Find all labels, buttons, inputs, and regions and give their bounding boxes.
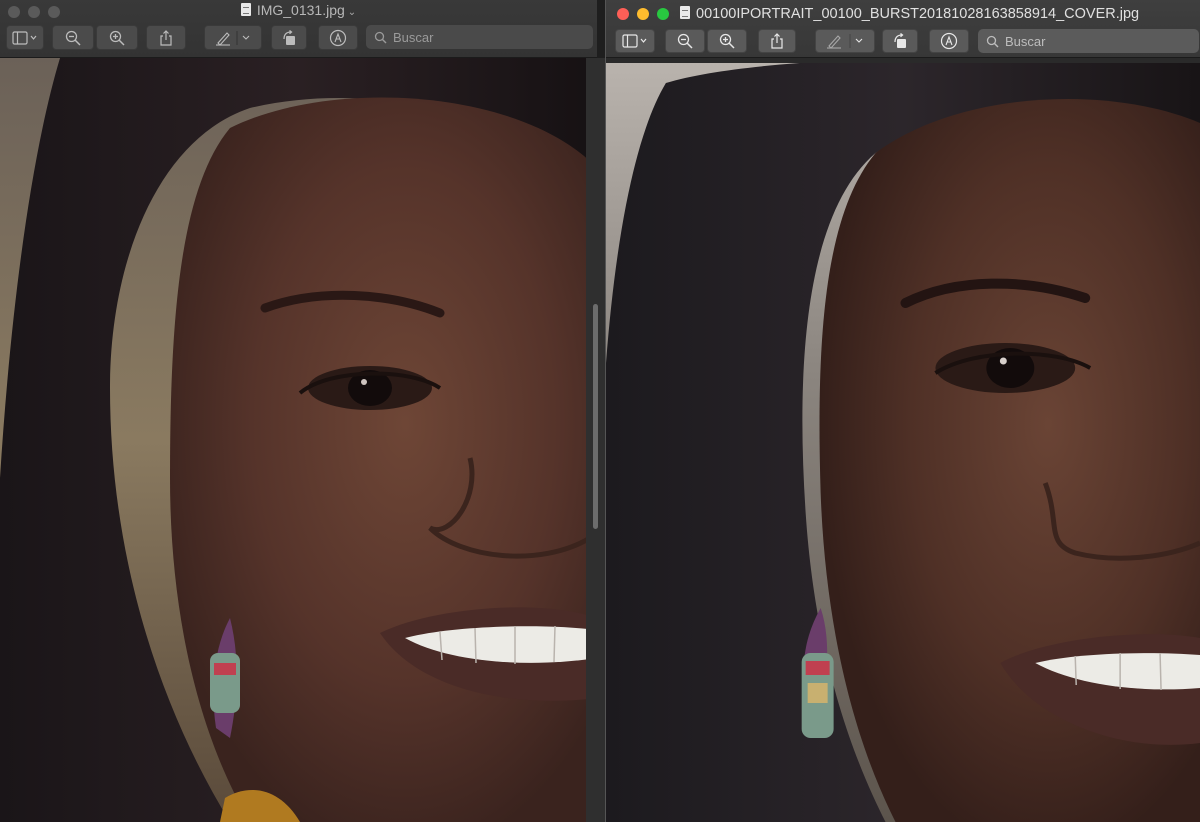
document-icon (240, 3, 251, 16)
annotate-button[interactable] (318, 25, 358, 50)
search-icon (374, 31, 387, 43)
minimize-button[interactable] (637, 8, 649, 20)
sidebar-icon (622, 34, 647, 48)
search-field[interactable] (978, 29, 1199, 53)
zoom-button[interactable] (657, 8, 669, 20)
window-divider (586, 58, 605, 822)
sidebar-icon (12, 30, 37, 45)
share-icon (771, 33, 783, 49)
share-button[interactable] (758, 29, 796, 53)
search-input[interactable] (393, 29, 553, 45)
portrait-photo (0, 58, 597, 822)
zoom-out-button[interactable] (52, 25, 94, 50)
window-title[interactable]: IMG_0131.jpg ⌄ (0, 2, 597, 18)
rotate-icon (283, 29, 295, 45)
preview-window-right: 00100IPORTRAIT_00100_BURST20181028163858… (605, 0, 1200, 822)
markup-pen-icon (827, 34, 863, 49)
search-input[interactable] (1005, 33, 1165, 49)
rotate-button[interactable] (271, 25, 307, 50)
photo-canvas[interactable] (606, 63, 1200, 822)
markup-pen-button[interactable] (815, 29, 875, 53)
titlebar[interactable]: IMG_0131.jpg ⌄ (0, 0, 597, 58)
toolbar (0, 25, 597, 51)
toolbar (606, 25, 1200, 53)
window-title-text: IMG_0131.jpg (256, 2, 345, 18)
portrait-photo (606, 63, 1200, 822)
titlebar[interactable]: 00100IPORTRAIT_00100_BURST20181028163858… (606, 0, 1200, 58)
rotate-button[interactable] (882, 29, 918, 53)
sidebar-toggle-button[interactable] (6, 25, 44, 50)
close-button[interactable] (617, 8, 629, 20)
sidebar-toggle-button[interactable] (615, 29, 655, 53)
zoom-out-icon (677, 33, 693, 49)
rotate-icon (894, 33, 906, 48)
document-icon (680, 6, 690, 19)
zoom-in-button[interactable] (707, 29, 747, 53)
chevron-down-icon[interactable]: ⌄ (348, 7, 356, 18)
annotate-button[interactable] (929, 29, 969, 53)
share-icon (160, 29, 172, 46)
window-controls (617, 8, 669, 20)
markup-pen-icon (216, 30, 250, 46)
zoom-out-button[interactable] (665, 29, 705, 53)
scrollbar-thumb[interactable] (593, 304, 598, 529)
zoom-in-button[interactable] (96, 25, 138, 50)
zoom-in-icon (109, 30, 125, 46)
annotate-icon (329, 29, 347, 46)
markup-pen-button[interactable] (204, 25, 262, 50)
search-field[interactable] (366, 25, 593, 49)
zoom-out-icon (65, 30, 81, 46)
window-title-text: 00100IPORTRAIT_00100_BURST20181028163858… (696, 6, 1140, 22)
annotate-icon (940, 32, 958, 50)
share-button[interactable] (146, 25, 186, 50)
search-icon (986, 35, 999, 47)
preview-window-left: IMG_0131.jpg ⌄ (0, 0, 597, 822)
zoom-in-icon (719, 33, 735, 49)
photo-canvas[interactable] (0, 58, 597, 822)
window-title[interactable]: 00100IPORTRAIT_00100_BURST20181028163858… (680, 6, 1200, 22)
